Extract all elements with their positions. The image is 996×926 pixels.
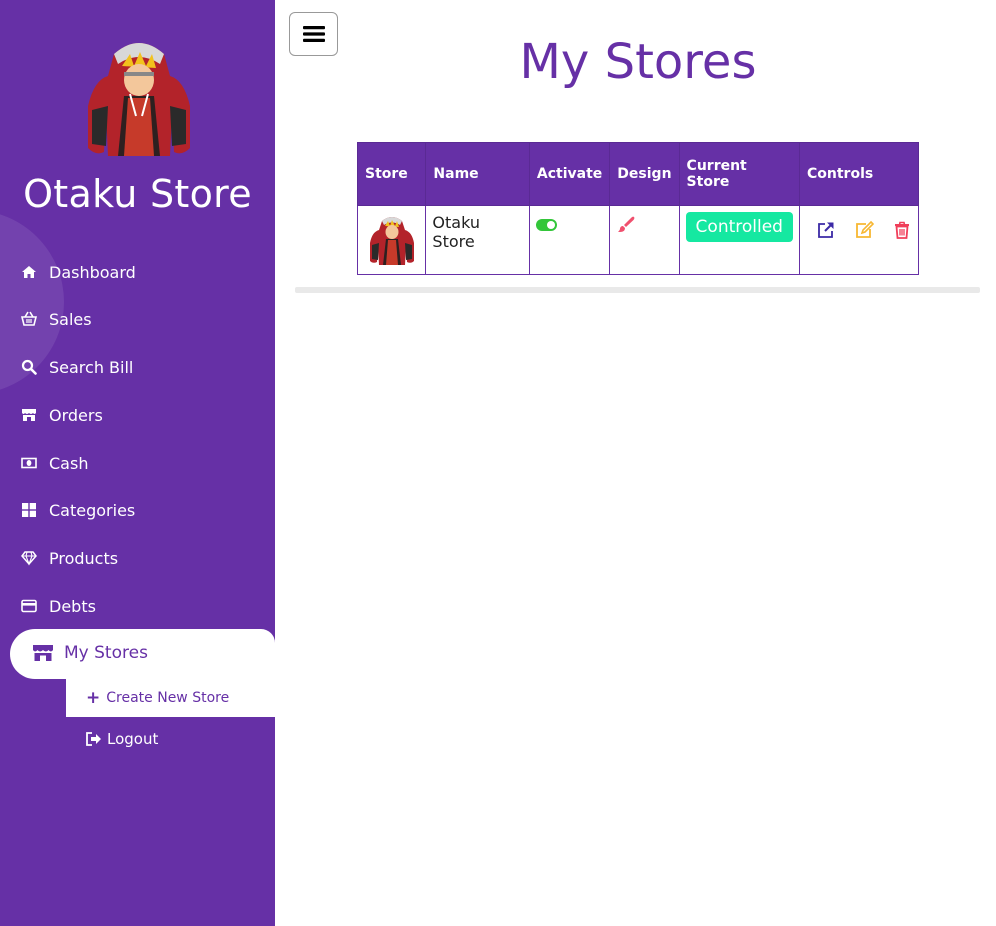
- menu-toggle-button[interactable]: [289, 12, 338, 56]
- money-icon: [20, 455, 38, 471]
- column-header-design: Design: [609, 142, 680, 206]
- sidebar-item-label: Orders: [49, 405, 103, 425]
- sidebar-item-label: Sales: [49, 309, 92, 329]
- sidebar-item-label: Dashboard: [49, 262, 136, 282]
- edit-icon[interactable]: [854, 220, 875, 240]
- open-external-icon[interactable]: [816, 220, 836, 240]
- submenu-label: Create New Store: [106, 689, 230, 706]
- sidebar-item-label: Search Bill: [49, 357, 134, 377]
- content-divider: [295, 287, 980, 293]
- column-header-store: Store: [356, 142, 427, 206]
- sidebar-item-label: Debts: [49, 596, 96, 616]
- logout-link[interactable]: Logout: [86, 730, 158, 748]
- column-header-current-store: Current Store: [678, 142, 801, 206]
- plus-icon: +: [86, 687, 101, 708]
- column-header-activate: Activate: [528, 142, 611, 206]
- home-icon: [20, 264, 38, 280]
- column-header-controls: Controls: [799, 142, 919, 206]
- delete-icon[interactable]: [892, 220, 912, 240]
- current-store-cell: Controlled: [678, 205, 801, 275]
- logout-label: Logout: [107, 730, 159, 748]
- store-icon: [32, 644, 54, 662]
- store-name-cell: Otaku Store: [425, 205, 530, 275]
- sidebar-item-orders[interactable]: Orders: [20, 401, 103, 429]
- sidebar-item-categories[interactable]: Categories: [20, 496, 135, 524]
- page-title: My Stores: [519, 34, 757, 90]
- create-new-store-link[interactable]: + Create New Store: [66, 678, 275, 717]
- sidebar-item-label: Categories: [49, 500, 136, 520]
- sidebar-item-label: Cash: [49, 453, 89, 473]
- store-icon: [20, 407, 38, 423]
- sidebar-item-sales[interactable]: Sales: [20, 305, 92, 333]
- toggle-knob: [546, 221, 555, 229]
- design-cell: [609, 205, 680, 275]
- diamond-icon: [20, 550, 38, 566]
- column-header-name: Name: [425, 142, 530, 206]
- controlled-button[interactable]: Controlled: [685, 212, 793, 242]
- brand-title: Otaku Store: [23, 172, 252, 216]
- sidebar-item-label: Products: [49, 548, 119, 568]
- stores-table: Store Name Activate Design Current Store…: [356, 142, 919, 275]
- sidebar: Otaku Store Dashboard Sales Search Bill …: [0, 0, 275, 926]
- controls-cell: [799, 205, 919, 275]
- sidebar-item-my-stores[interactable]: My Stores: [32, 643, 148, 663]
- hamburger-icon: [302, 26, 325, 42]
- grid-icon: [20, 502, 38, 518]
- table-header-row: Store Name Activate Design Current Store…: [356, 142, 919, 206]
- sidebar-item-search-bill[interactable]: Search Bill: [20, 353, 133, 381]
- sign-out-icon: [86, 732, 102, 746]
- paint-brush-icon[interactable]: [616, 215, 636, 235]
- search-icon: [20, 359, 38, 375]
- activate-toggle[interactable]: [535, 219, 557, 231]
- store-logo: [84, 36, 194, 162]
- sidebar-item-dashboard[interactable]: Dashboard: [20, 258, 136, 286]
- table-row: Otaku Store Controlled: [356, 205, 919, 275]
- activate-cell: [528, 205, 611, 275]
- store-thumbnail: [370, 217, 414, 265]
- credit-card-icon: [20, 598, 38, 614]
- sidebar-item-label: My Stores: [64, 643, 148, 663]
- sidebar-item-products[interactable]: Products: [20, 544, 118, 572]
- basket-icon: [20, 311, 38, 327]
- sidebar-item-cash[interactable]: Cash: [20, 449, 88, 477]
- sidebar-item-debts[interactable]: Debts: [20, 592, 96, 620]
- store-image-cell: [356, 205, 427, 275]
